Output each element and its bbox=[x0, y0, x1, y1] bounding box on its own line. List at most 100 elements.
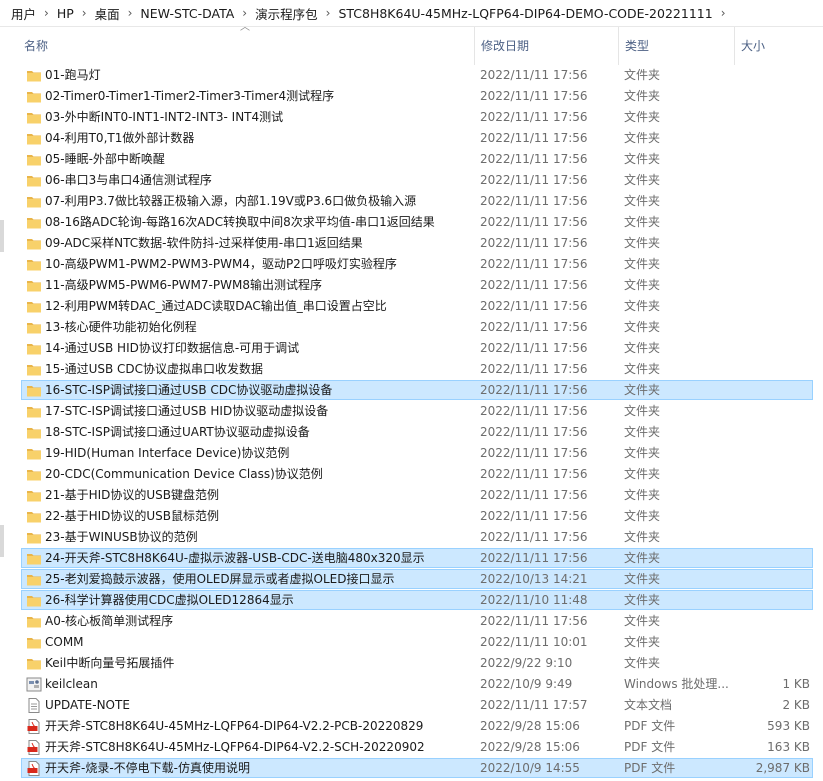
file-row[interactable]: 11-高级PWM5-PWM6-PWM7-PWM8输出测试程序 2022/11/11… bbox=[21, 275, 813, 295]
breadcrumb-chevron-icon[interactable]: › bbox=[39, 6, 54, 20]
folder-icon bbox=[26, 341, 42, 356]
file-row[interactable]: 02-Timer0-Timer1-Timer2-Timer3-Timer4测试程… bbox=[21, 86, 813, 106]
file-type: 文件夹 bbox=[624, 173, 661, 187]
file-date: 2022/11/11 17:56 bbox=[480, 488, 588, 502]
file-row[interactable]: 开天斧-STC8H8K64U-45MHz-LQFP64-DIP64-V2.2-P… bbox=[21, 716, 813, 736]
file-date: 2022/9/28 15:06 bbox=[480, 740, 580, 754]
file-size: 163 KB bbox=[767, 740, 810, 754]
folder-icon bbox=[26, 467, 42, 482]
file-date: 2022/11/11 10:01 bbox=[480, 635, 588, 649]
file-size bbox=[734, 654, 810, 672]
file-name: 开天斧-烧录-不停电下载-仿真使用说明 bbox=[45, 761, 250, 775]
file-row[interactable]: 20-CDC(Communication Device Class)协议范例 20… bbox=[21, 464, 813, 484]
file-name: 04-利用T0,T1做外部计数器 bbox=[45, 131, 195, 145]
file-date: 2022/11/11 17:56 bbox=[480, 110, 588, 124]
file-name: 开天斧-STC8H8K64U-45MHz-LQFP64-DIP64-V2.2-P… bbox=[45, 719, 424, 733]
file-date: 2022/11/11 17:56 bbox=[480, 131, 588, 145]
column-header-type[interactable]: 类型 bbox=[618, 27, 734, 65]
file-row[interactable]: 19-HID(Human Interface Device)协议范例 2022/1… bbox=[21, 443, 813, 463]
file-row[interactable]: UPDATE-NOTE 2022/11/11 17:57 文本文档 2 KB bbox=[21, 695, 813, 715]
file-date: 2022/10/13 14:21 bbox=[480, 572, 588, 586]
file-date: 2022/10/9 14:55 bbox=[480, 761, 580, 775]
file-row[interactable]: 12-利用PWM转DAC_通过ADC读取DAC输出值_串口设置占空比 2022/1… bbox=[21, 296, 813, 316]
breadcrumb-item[interactable]: 用户 bbox=[8, 2, 39, 25]
scrollbar-thumb-left[interactable] bbox=[0, 220, 4, 252]
folder-icon bbox=[26, 236, 42, 251]
file-row[interactable]: 13-核心硬件功能初始化例程 2022/11/11 17:56 文件夹 bbox=[21, 317, 813, 337]
file-type: 文件夹 bbox=[624, 404, 661, 418]
file-row[interactable]: 18-STC-ISP调试接口通过UART协议驱动虚拟设备 2022/11/11 1… bbox=[21, 422, 813, 442]
file-name: 13-核心硬件功能初始化例程 bbox=[45, 320, 197, 334]
folder-icon bbox=[26, 488, 42, 503]
file-type: 文件夹 bbox=[624, 467, 661, 481]
file-row[interactable]: 01-跑马灯 2022/11/11 17:56 文件夹 bbox=[21, 65, 813, 85]
folder-icon bbox=[26, 614, 42, 629]
pdf-file-icon bbox=[26, 719, 42, 734]
file-name: Keil中断向量号拓展插件 bbox=[45, 656, 175, 670]
file-size bbox=[734, 150, 810, 168]
file-row[interactable]: 开天斧-烧录-不停电下载-仿真使用说明 2022/10/9 14:55 PDF 文件… bbox=[21, 758, 813, 778]
file-name: 24-开天斧-STC8H8K64U-虚拟示波器-USB-CDC-送电脑480x3… bbox=[45, 551, 425, 565]
file-row[interactable]: 24-开天斧-STC8H8K64U-虚拟示波器-USB-CDC-送电脑480x3… bbox=[21, 548, 813, 568]
file-type: Windows 批处理... bbox=[624, 677, 729, 691]
scrollbar-thumb-lower[interactable] bbox=[0, 525, 4, 557]
breadcrumb-item[interactable]: HP bbox=[54, 4, 77, 23]
file-date: 2022/11/11 17:56 bbox=[480, 446, 588, 460]
file-row[interactable]: Keil中断向量号拓展插件 2022/9/22 9:10 文件夹 bbox=[21, 653, 813, 673]
file-row[interactable]: 25-老刘爱捣鼓示波器，使用OLED屏显示或者虚拟OLED接口显示 2022/10… bbox=[21, 569, 813, 589]
breadcrumb-chevron-icon[interactable]: › bbox=[716, 6, 731, 20]
file-row[interactable]: 15-通过USB CDC协议虚拟串口收发数据 2022/11/11 17:56 文件… bbox=[21, 359, 813, 379]
file-row[interactable]: 09-ADC采样NTC数据-软件防抖-过采样使用-串口1返回结果 2022/11/… bbox=[21, 233, 813, 253]
file-name: 10-高级PWM1-PWM2-PWM3-PWM4，驱动P2口呼吸灯实验程序 bbox=[45, 257, 397, 271]
file-size: 2 KB bbox=[782, 698, 810, 712]
column-header-date[interactable]: 修改日期 bbox=[474, 27, 618, 65]
file-name: 16-STC-ISP调试接口通过USB CDC协议驱动虚拟设备 bbox=[45, 383, 333, 397]
file-date: 2022/11/10 11:48 bbox=[480, 593, 588, 607]
file-row[interactable]: 03-外中断INT0-INT1-INT2-INT3- INT4测试 2022/11… bbox=[21, 107, 813, 127]
column-header-name[interactable]: 名称 bbox=[18, 27, 474, 65]
file-row[interactable]: 开天斧-STC8H8K64U-45MHz-LQFP64-DIP64-V2.2-S… bbox=[21, 737, 813, 757]
batch-file-icon bbox=[26, 677, 42, 692]
file-row[interactable]: 10-高级PWM1-PWM2-PWM3-PWM4，驱动P2口呼吸灯实验程序 202… bbox=[21, 254, 813, 274]
file-row[interactable]: COMM 2022/11/11 10:01 文件夹 bbox=[21, 632, 813, 652]
folder-icon bbox=[26, 572, 42, 587]
file-row[interactable]: 08-16路ADC轮询-每路16次ADC转换取中间8次求平均值-串口1返回结果 2… bbox=[21, 212, 813, 232]
breadcrumb-chevron-icon[interactable]: › bbox=[123, 6, 138, 20]
breadcrumb-chevron-icon[interactable]: › bbox=[77, 6, 92, 20]
file-row[interactable]: A0-核心板简单测试程序 2022/11/11 17:56 文件夹 bbox=[21, 611, 813, 631]
file-row[interactable]: keilclean 2022/10/9 9:49 Windows 批处理... 1 K… bbox=[21, 674, 813, 694]
file-row[interactable]: 23-基于WINUSB协议的范例 2022/11/11 17:56 文件夹 bbox=[21, 527, 813, 547]
folder-icon bbox=[26, 446, 42, 461]
file-date: 2022/11/11 17:56 bbox=[480, 299, 588, 313]
file-row[interactable]: 06-串口3与串口4通信测试程序 2022/11/11 17:56 文件夹 bbox=[21, 170, 813, 190]
file-row[interactable]: 16-STC-ISP调试接口通过USB CDC协议驱动虚拟设备 2022/11/1… bbox=[21, 380, 813, 400]
pdf-file-icon bbox=[26, 740, 42, 755]
file-row[interactable]: 04-利用T0,T1做外部计数器 2022/11/11 17:56 文件夹 bbox=[21, 128, 813, 148]
breadcrumb: 用户 › HP › 桌面 › NEW-STC-DATA › 演示程序包 › STC8H8K64U-4… bbox=[0, 0, 823, 27]
file-row[interactable]: 26-科学计算器使用CDC虚拟OLED12864显示 2022/11/10 11:… bbox=[21, 590, 813, 610]
breadcrumb-item[interactable]: 演示程序包 bbox=[252, 2, 321, 25]
file-row[interactable]: 17-STC-ISP调试接口通过USB HID协议驱动虚拟设备 2022/11/1… bbox=[21, 401, 813, 421]
file-name: 05-睡眠-外部中断唤醒 bbox=[45, 152, 165, 166]
file-size bbox=[734, 381, 810, 399]
breadcrumb-item[interactable]: NEW-STC-DATA bbox=[137, 4, 237, 23]
breadcrumb-item[interactable]: STC8H8K64U-45MHz-LQFP64-DIP64-DEMO-CODE-… bbox=[335, 4, 715, 23]
breadcrumb-item[interactable]: 桌面 bbox=[92, 2, 123, 25]
file-size bbox=[734, 570, 810, 588]
file-name: 08-16路ADC轮询-每路16次ADC转换取中间8次求平均值-串口1返回结果 bbox=[45, 215, 435, 229]
file-name: 15-通过USB CDC协议虚拟串口收发数据 bbox=[45, 362, 264, 376]
file-row[interactable]: 05-睡眠-外部中断唤醒 2022/11/11 17:56 文件夹 bbox=[21, 149, 813, 169]
file-row[interactable]: 14-通过USB HID协议打印数据信息-可用于调试 2022/11/11 17:… bbox=[21, 338, 813, 358]
file-type: PDF 文件 bbox=[624, 740, 676, 754]
folder-icon bbox=[26, 215, 42, 230]
breadcrumb-chevron-icon[interactable]: › bbox=[321, 6, 336, 20]
file-name: 开天斧-STC8H8K64U-45MHz-LQFP64-DIP64-V2.2-S… bbox=[45, 740, 425, 754]
file-row[interactable]: 07-利用P3.7做比较器正极输入源，内部1.19V或P3.6口做负极输入源 20… bbox=[21, 191, 813, 211]
file-date: 2022/11/11 17:56 bbox=[480, 530, 588, 544]
file-date: 2022/11/11 17:56 bbox=[480, 404, 588, 418]
file-size bbox=[734, 360, 810, 378]
file-row[interactable]: 22-基于HID协议的USB鼠标范例 2022/11/11 17:56 文件夹 bbox=[21, 506, 813, 526]
column-header-size[interactable]: 大小 bbox=[734, 27, 814, 65]
file-row[interactable]: 21-基于HID协议的USB键盘范例 2022/11/11 17:56 文件夹 bbox=[21, 485, 813, 505]
file-date: 2022/9/28 15:06 bbox=[480, 719, 580, 733]
